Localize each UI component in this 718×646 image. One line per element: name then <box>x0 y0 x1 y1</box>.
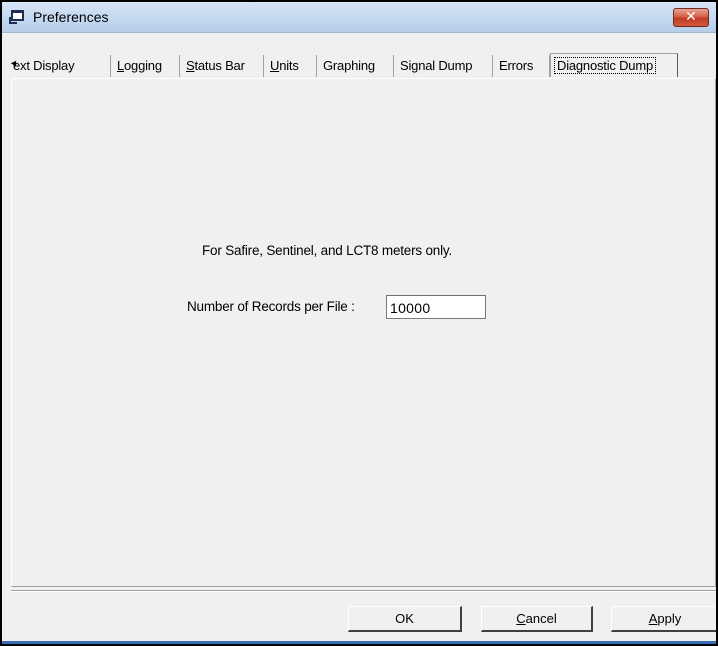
records-per-file-input[interactable] <box>386 295 486 319</box>
window-bottom-edge <box>2 641 716 644</box>
apply-label: pply <box>657 611 682 626</box>
tab-strip: ext Display Logging Status Bar Units Gra… <box>8 53 698 78</box>
tab-label: Diagnostic Dump <box>554 57 656 74</box>
button-separator <box>11 590 716 592</box>
tab-status-bar[interactable]: Status Bar <box>180 55 264 77</box>
close-button[interactable]: ✕ <box>673 8 709 27</box>
preferences-dialog: Preferences ✕ ◄ ext Display Logging Stat… <box>0 0 718 646</box>
tab-label: Signal Dump <box>400 58 473 73</box>
tab-errors[interactable]: Errors <box>493 55 550 77</box>
tab-label: Errors <box>499 58 534 73</box>
tab-panel <box>11 78 716 587</box>
tab-diagnostic-dump[interactable]: Diagnostic Dump <box>550 53 678 77</box>
cancel-label: ancel <box>525 611 557 626</box>
tab-label: Graphing <box>323 58 375 73</box>
ok-button[interactable]: OK <box>348 606 462 632</box>
tab-label: nits <box>279 58 299 73</box>
ok-label: OK <box>395 611 414 626</box>
meter-note: For Safire, Sentinel, and LCT8 meters on… <box>202 243 453 258</box>
tab-logging[interactable]: Logging <box>111 55 180 77</box>
cancel-button[interactable]: Cancel <box>481 606 593 632</box>
tab-label: ogging <box>124 58 162 73</box>
window-icon <box>9 10 24 24</box>
close-icon: ✕ <box>685 9 697 25</box>
window-title: Preferences <box>33 9 109 25</box>
title-bar[interactable]: Preferences ✕ <box>2 2 716 33</box>
tab-signal-dump[interactable]: Signal Dump <box>394 55 493 77</box>
tab-graphing[interactable]: Graphing <box>317 55 394 77</box>
tab-label: tatus Bar <box>194 58 245 73</box>
records-per-file-label: Number of Records per File : <box>187 299 355 314</box>
tab-label: ext Display <box>13 58 75 73</box>
tab-units[interactable]: Units <box>264 55 317 77</box>
apply-button[interactable]: Apply <box>611 606 716 632</box>
tab-text-display[interactable]: ext Display <box>8 55 111 77</box>
